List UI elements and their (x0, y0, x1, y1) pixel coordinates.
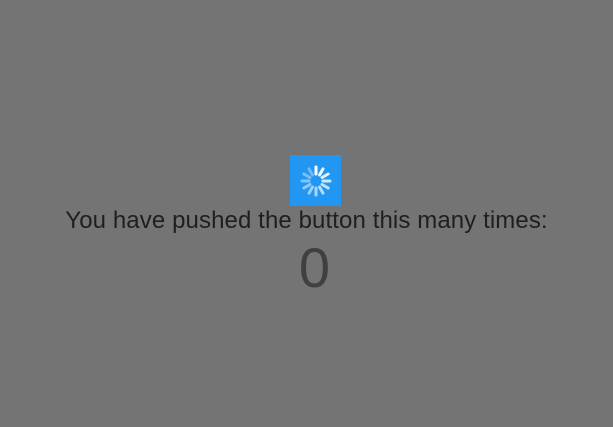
counter-message: You have pushed the button this many tim… (65, 207, 548, 234)
loading-indicator (290, 155, 341, 206)
app-screen: You have pushed the button this many tim… (0, 0, 613, 427)
counter-value: 0 (298, 236, 331, 299)
spinner-icon (300, 165, 331, 196)
